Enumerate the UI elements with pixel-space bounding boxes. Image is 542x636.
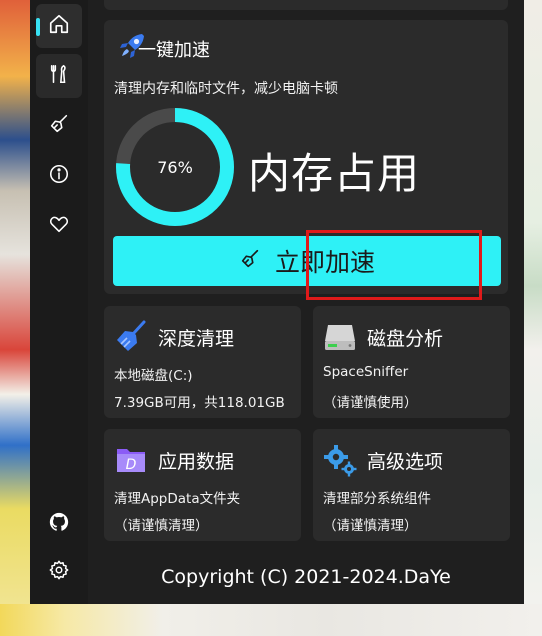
tile-disk-analysis[interactable]: 磁盘分析 SpaceSniffer （请谨慎使用）: [313, 306, 510, 418]
broom-icon: [48, 113, 70, 139]
boost-title: 一键加速: [138, 40, 210, 61]
folder-d-icon: D: [112, 441, 150, 479]
copyright-text: Copyright (C) 2021-2024.DaYe: [161, 566, 451, 588]
tile-advanced-options[interactable]: 高级选项 清理部分系统组件 （请谨慎清理）: [313, 429, 510, 541]
sidebar-item-home[interactable]: [36, 4, 82, 48]
sidebar-item-donate[interactable]: [36, 204, 82, 248]
heart-icon: [48, 213, 70, 239]
boost-subtitle: 清理内存和临时文件，减少电脑卡顿: [114, 81, 338, 97]
broom-color-icon: [112, 318, 150, 356]
github-icon: [48, 511, 70, 537]
tile-title: 深度清理: [158, 328, 235, 350]
memory-percent-label: 76%: [157, 157, 193, 177]
desktop-wallpaper-left: [0, 0, 30, 636]
tile-line2: （请谨慎使用）: [323, 395, 418, 411]
tile-app-data[interactable]: D 应用数据 清理AppData文件夹 （请谨慎清理）: [104, 429, 301, 541]
tools-icon: [48, 63, 70, 89]
desktop-wallpaper-bottom: [0, 604, 542, 636]
sidebar-item-settings[interactable]: [36, 550, 82, 594]
app-window: 一键加速 清理内存和临时文件，减少电脑卡顿 76% 内存占用 立即加速 深度清理…: [30, 0, 524, 604]
sidebar: [30, 0, 88, 604]
memory-usage-label: 内存占用: [248, 149, 421, 198]
gears-icon: [321, 441, 359, 479]
tile-line1: 本地磁盘(C:): [114, 368, 193, 384]
tile-line2: 7.39GB可用，共118.01GB: [114, 395, 285, 411]
home-icon: [48, 13, 70, 39]
sidebar-item-tools[interactable]: [36, 54, 82, 98]
svg-text:D: D: [126, 457, 137, 473]
boost-now-label: 立即加速: [274, 248, 375, 277]
sidebar-item-clean[interactable]: [36, 104, 82, 148]
scrolled-card-edge: [104, 0, 508, 10]
gear-icon: [48, 559, 70, 585]
tile-line2: （请谨慎清理）: [323, 518, 418, 534]
tile-title: 磁盘分析: [367, 328, 444, 350]
tile-title: 高级选项: [367, 451, 444, 473]
boost-now-button[interactable]: 立即加速: [113, 236, 501, 286]
desktop-wallpaper-right: [524, 0, 542, 636]
main-content: 一键加速 清理内存和临时文件，减少电脑卡顿 76% 内存占用 立即加速 深度清理…: [88, 0, 524, 604]
broom-icon: [239, 247, 261, 276]
tile-line1: 清理AppData文件夹: [114, 491, 241, 507]
tile-line1: 清理部分系统组件: [323, 491, 431, 507]
tile-title: 应用数据: [158, 451, 235, 473]
tile-line1: SpaceSniffer: [323, 364, 409, 380]
sidebar-item-about[interactable]: [36, 154, 82, 198]
active-indicator: [36, 18, 40, 36]
info-icon: [48, 163, 70, 189]
sidebar-item-github[interactable]: [36, 502, 82, 546]
tile-deep-clean[interactable]: 深度清理 本地磁盘(C:) 7.39GB可用，共118.01GB: [104, 306, 301, 418]
tile-line2: （请谨慎清理）: [114, 518, 209, 534]
memory-usage-ring: 76%: [114, 106, 236, 228]
hard-drive-icon: [321, 318, 359, 356]
